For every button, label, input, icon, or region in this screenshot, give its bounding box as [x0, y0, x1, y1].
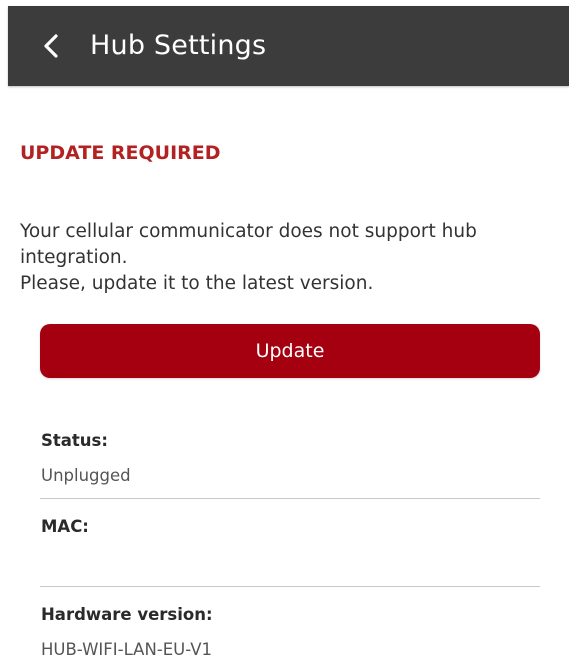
update-button[interactable]: Update: [40, 324, 540, 378]
hardware-version-value: HUB-WIFI-LAN-EU-V1: [41, 640, 213, 659]
page-title: Hub Settings: [90, 30, 267, 61]
status-label: Status:: [41, 431, 108, 450]
status-value: Unplugged: [41, 466, 131, 485]
divider: [40, 586, 540, 587]
message-line: Your cellular communicator does not supp…: [20, 221, 477, 242]
update-required-heading: UPDATE REQUIRED: [20, 142, 221, 164]
message-line: Please, update it to the latest version.: [20, 273, 374, 294]
message-line: integration.: [20, 247, 128, 268]
app-bar: Hub Settings: [8, 6, 569, 86]
mac-label: MAC:: [41, 517, 89, 536]
chevron-left-icon: [44, 34, 58, 58]
hardware-version-label: Hardware version:: [41, 605, 213, 624]
update-message: Your cellular communicator does not supp…: [20, 219, 540, 297]
back-button[interactable]: [38, 32, 66, 60]
divider: [40, 498, 540, 499]
